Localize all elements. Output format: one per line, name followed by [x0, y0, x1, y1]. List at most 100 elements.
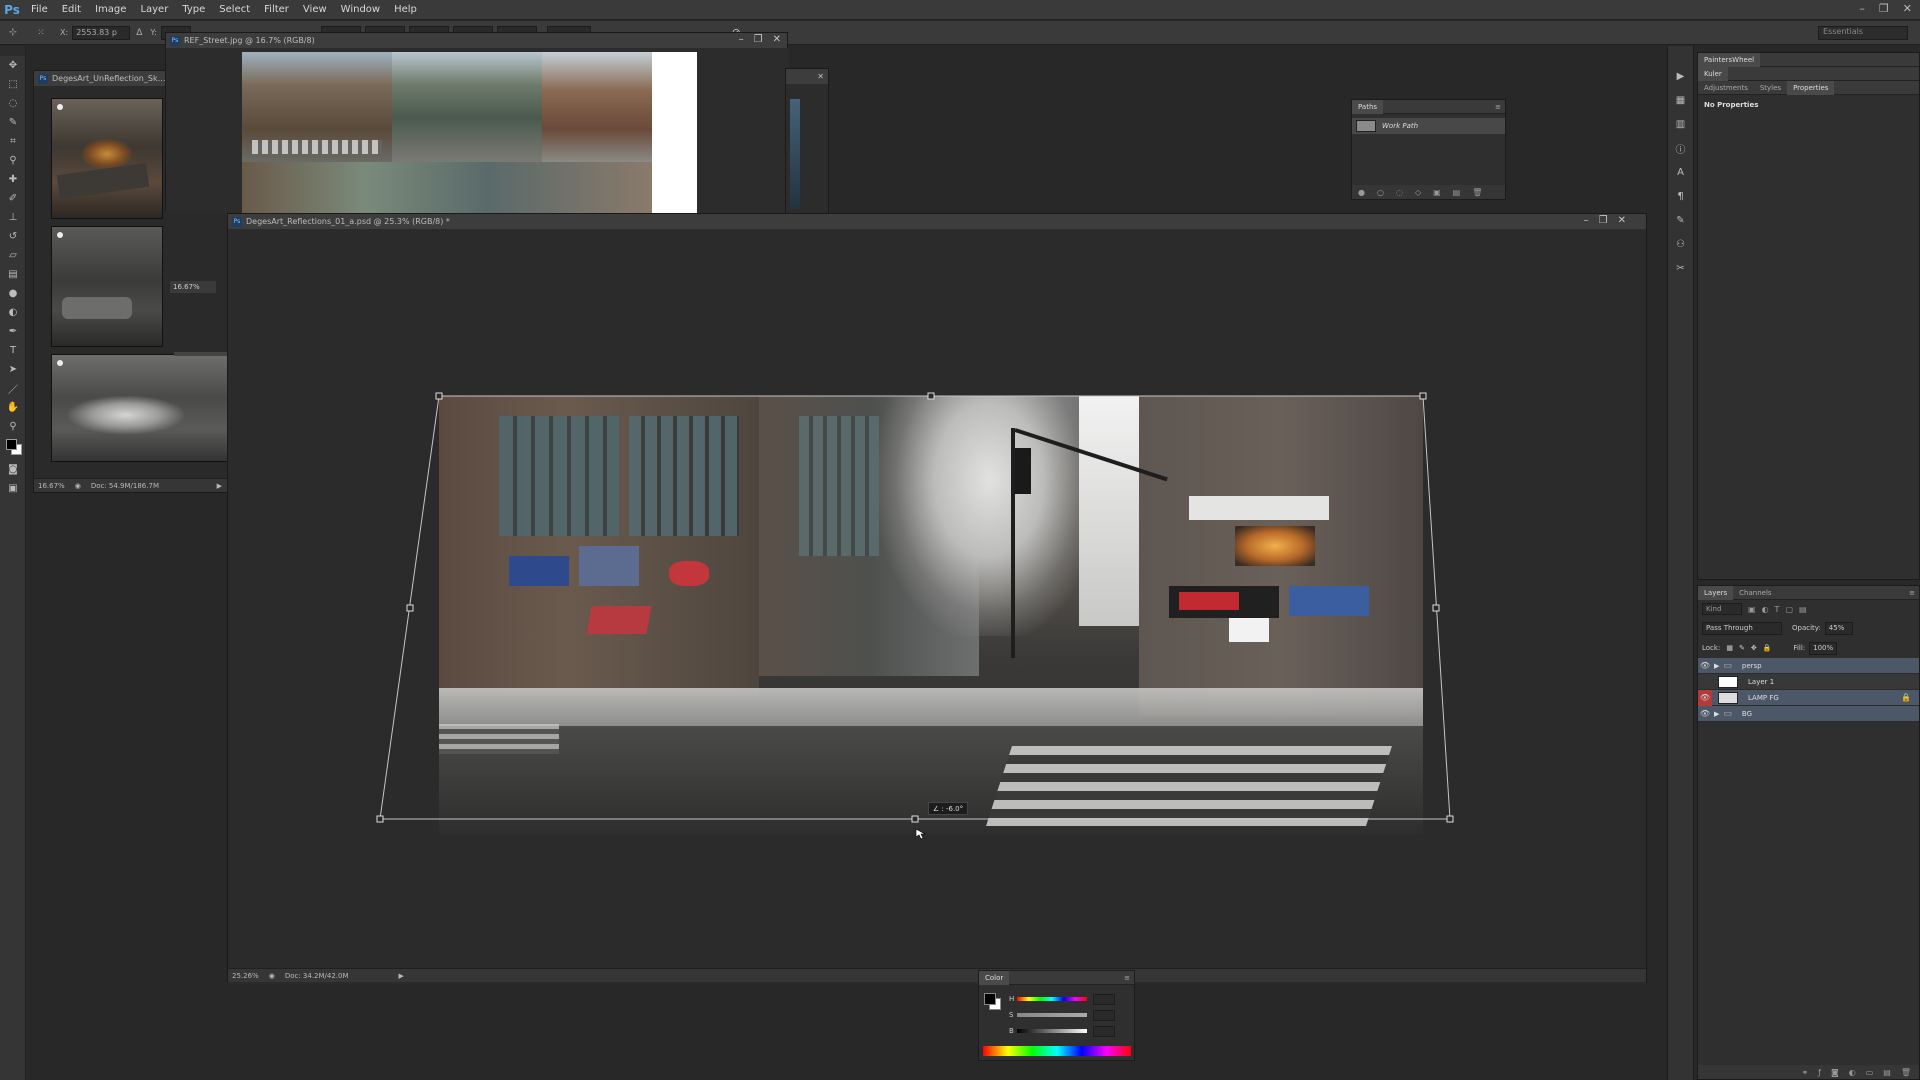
- add-mask-icon[interactable]: ◙: [1831, 1068, 1839, 1077]
- menu-image[interactable]: Image: [88, 4, 133, 15]
- handle-bm[interactable]: [911, 815, 919, 823]
- layer-row-bg[interactable]: 👁 ▶ ▭ BG: [1698, 706, 1919, 722]
- handle-tr[interactable]: [1419, 392, 1427, 400]
- eye-icon[interactable]: 👁: [1698, 706, 1712, 722]
- restore-icon[interactable]: ❐: [1599, 215, 1608, 226]
- eyedropper-icon[interactable]: ⚲: [0, 151, 26, 170]
- sketch-thumb-3[interactable]: [51, 354, 229, 462]
- brush-icon[interactable]: ✐: [0, 189, 26, 208]
- fill-field[interactable]: 100%: [1809, 641, 1838, 655]
- doc-canvas-main[interactable]: ∠ : -6.0°: [228, 229, 1646, 984]
- quick-mask-icon[interactable]: ◙: [0, 460, 26, 479]
- filter-kind-select[interactable]: Kind: [1702, 603, 1742, 615]
- opacity-field[interactable]: 45%: [1824, 621, 1853, 635]
- brightness-slider[interactable]: [1017, 1029, 1087, 1033]
- load-selection-icon[interactable]: ◌: [1396, 188, 1403, 197]
- delete-layer-icon[interactable]: 🗑: [1901, 1068, 1911, 1077]
- lock-all-icon[interactable]: 🔒: [1763, 644, 1772, 652]
- hue-slider[interactable]: [1017, 997, 1087, 1001]
- fg-color-swatch[interactable]: [984, 993, 996, 1005]
- marquee-icon[interactable]: ⬚: [0, 75, 26, 94]
- close-icon[interactable]: ✕: [817, 72, 824, 81]
- minimize-icon[interactable]: –: [1859, 2, 1865, 15]
- make-path-icon[interactable]: ◇: [1415, 188, 1421, 197]
- paragraph-icon[interactable]: ¶: [1668, 184, 1693, 208]
- info-icon[interactable]: ◉: [269, 972, 275, 980]
- transform-tool-icon[interactable]: ⊹: [0, 27, 26, 38]
- tab-color[interactable]: Color: [979, 970, 1010, 985]
- handle-mr[interactable]: [1432, 604, 1440, 612]
- tab-properties[interactable]: Properties: [1787, 80, 1835, 95]
- lock-pixels-icon[interactable]: ✎: [1739, 644, 1745, 652]
- clone-source-icon[interactable]: ⚇: [1668, 232, 1693, 256]
- doc-tab-stub[interactable]: ✕: [786, 69, 828, 84]
- eye-icon[interactable]: 👁: [1698, 658, 1712, 674]
- tab-kuler[interactable]: Kuler: [1698, 66, 1728, 81]
- menu-view[interactable]: View: [296, 4, 334, 15]
- gradient-icon[interactable]: ▤: [0, 265, 26, 284]
- handle-tm[interactable]: [927, 392, 935, 400]
- tab-painterswheel[interactable]: PaintersWheel: [1698, 52, 1761, 67]
- status-arrow-icon[interactable]: ▶: [399, 972, 404, 980]
- saturation-slider[interactable]: [1017, 1013, 1087, 1017]
- history-icon[interactable]: ▥: [1668, 112, 1693, 136]
- blend-mode-select[interactable]: Pass Through: [1702, 621, 1782, 635]
- status-arrow-icon[interactable]: ▶: [217, 482, 222, 490]
- fx-icon[interactable]: ƒ: [1818, 1068, 1821, 1077]
- layer-row-lamp-fg[interactable]: 👁 LAMP FG 🔒: [1698, 689, 1919, 706]
- reference-point-icon[interactable]: ⁙: [26, 26, 56, 40]
- hue-field[interactable]: [1093, 993, 1115, 1005]
- quick-select-icon[interactable]: ✎: [0, 113, 26, 132]
- color-swatches[interactable]: [0, 436, 26, 460]
- layer-row-layer1[interactable]: Layer 1: [1698, 674, 1919, 690]
- eye-icon[interactable]: 👁: [1698, 689, 1712, 706]
- path-select-icon[interactable]: ➤: [0, 360, 26, 379]
- panel-menu-icon[interactable]: ≡: [1495, 103, 1501, 111]
- handle-bl[interactable]: [376, 815, 384, 823]
- blur-icon[interactable]: ●: [0, 284, 26, 303]
- layer-row-persp[interactable]: 👁 ▶ ▭ persp: [1698, 658, 1919, 674]
- doc-window-stub[interactable]: ✕: [785, 68, 829, 214]
- info-panel-icon[interactable]: ⓘ: [1668, 136, 1693, 160]
- tab-styles[interactable]: Styles: [1754, 81, 1787, 95]
- menu-help[interactable]: Help: [387, 4, 424, 15]
- close-icon[interactable]: ✕: [773, 34, 781, 45]
- saturation-field[interactable]: [1093, 1009, 1115, 1021]
- screen-mode-icon[interactable]: ▣: [0, 479, 26, 498]
- eye-icon-off[interactable]: [1698, 674, 1712, 690]
- new-path-icon[interactable]: ▤: [1453, 188, 1461, 197]
- delete-path-icon[interactable]: 🗑: [1472, 188, 1482, 197]
- handle-ml[interactable]: [406, 604, 414, 612]
- menu-select[interactable]: Select: [212, 4, 257, 15]
- eraser-icon[interactable]: ▱: [0, 246, 26, 265]
- brightness-field[interactable]: [1093, 1025, 1115, 1037]
- zoom-level[interactable]: 16.67%: [38, 482, 65, 490]
- toolbar-grip[interactable]: [0, 46, 25, 56]
- menu-type[interactable]: Type: [175, 4, 212, 15]
- panel-menu-icon[interactable]: ≡: [1124, 974, 1130, 982]
- foreground-color-swatch[interactable]: [6, 439, 17, 450]
- doc-tab-main[interactable]: Ps DegesArt_Reflections_01_a.psd @ 25.3%…: [228, 214, 1646, 229]
- doc-canvas-ref-street[interactable]: [166, 48, 789, 213]
- histogram-icon[interactable]: ▦: [1668, 88, 1693, 112]
- dodge-icon[interactable]: ◐: [0, 303, 26, 322]
- hand-icon[interactable]: ✋: [0, 398, 26, 417]
- link-layers-icon[interactable]: ⚭: [1801, 1068, 1808, 1077]
- healing-icon[interactable]: ✚: [0, 170, 26, 189]
- minimize-icon[interactable]: –: [1584, 215, 1589, 226]
- play-action-icon[interactable]: ▶: [1668, 64, 1693, 88]
- brush-presets-icon[interactable]: ✎: [1668, 208, 1693, 232]
- menu-file[interactable]: File: [24, 4, 55, 15]
- minimize-icon[interactable]: –: [739, 34, 744, 45]
- restore-icon[interactable]: ❐: [754, 34, 763, 45]
- filter-smart-icon[interactable]: ▤: [1799, 605, 1807, 614]
- fill-path-icon[interactable]: ●: [1358, 188, 1365, 197]
- history-brush-icon[interactable]: ↺: [0, 227, 26, 246]
- new-layer-icon[interactable]: ▤: [1883, 1068, 1891, 1077]
- paths-tab[interactable]: Paths: [1352, 99, 1384, 114]
- filter-shape-icon[interactable]: ▢: [1785, 605, 1793, 614]
- type-icon[interactable]: T: [0, 341, 26, 360]
- color-ramp[interactable]: [983, 1046, 1131, 1056]
- lock-transparency-icon[interactable]: ▦: [1726, 644, 1733, 652]
- info-icon[interactable]: ◉: [75, 482, 81, 490]
